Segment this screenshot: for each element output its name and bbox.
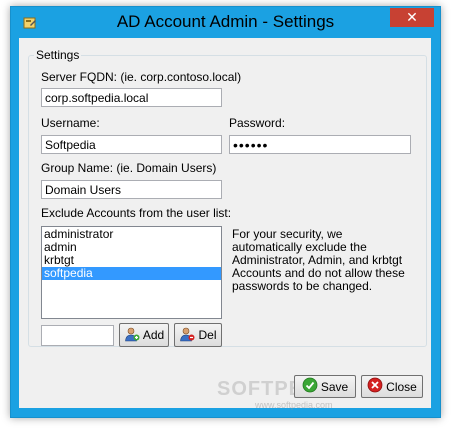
group-name-input[interactable] <box>41 180 222 199</box>
list-item-selected[interactable]: softpedia <box>42 267 221 280</box>
watermark-url: www.softpedia.com <box>255 400 333 410</box>
window-title: AD Account Admin - Settings <box>116 12 335 31</box>
del-button-label: Del <box>198 328 217 342</box>
window-close-button[interactable]: ✕ <box>390 8 434 27</box>
add-button-label: Add <box>142 328 165 342</box>
exclude-accounts-list[interactable]: administrator admin krbtgt softpedia <box>41 226 222 319</box>
checkmark-icon <box>302 377 318 396</box>
delete-account-button[interactable]: Del <box>174 323 222 347</box>
user-delete-icon <box>179 326 195 345</box>
close-circle-icon <box>367 377 383 396</box>
settings-window: AD Account Admin - Settings ✕ Settings S… <box>10 6 441 418</box>
username-input[interactable] <box>41 135 222 154</box>
settings-panel: Settings Server FQDN: (ie. corp.contoso.… <box>19 38 431 410</box>
settings-group-label: Settings <box>34 48 82 62</box>
exclude-accounts-label: Exclude Accounts from the user list: <box>41 206 232 220</box>
add-account-button[interactable]: Add <box>119 323 169 347</box>
close-button[interactable]: Close <box>361 375 423 398</box>
title-bar[interactable]: AD Account Admin - Settings ✕ <box>11 7 440 38</box>
group-name-label: Group Name: (ie. Domain Users) <box>41 161 217 175</box>
close-button-label: Close <box>386 379 417 394</box>
username-label: Username: <box>41 116 100 130</box>
user-add-icon <box>124 326 140 345</box>
new-account-input[interactable] <box>41 325 114 346</box>
save-button-label: Save <box>320 379 349 394</box>
security-info-text: For your security, we automatically excl… <box>232 227 405 293</box>
server-fqdn-label: Server FQDN: (ie. corp.contoso.local) <box>41 70 242 84</box>
save-button[interactable]: Save <box>294 375 356 398</box>
password-input[interactable] <box>229 135 411 154</box>
server-fqdn-input[interactable] <box>41 88 222 107</box>
password-label: Password: <box>229 116 286 130</box>
